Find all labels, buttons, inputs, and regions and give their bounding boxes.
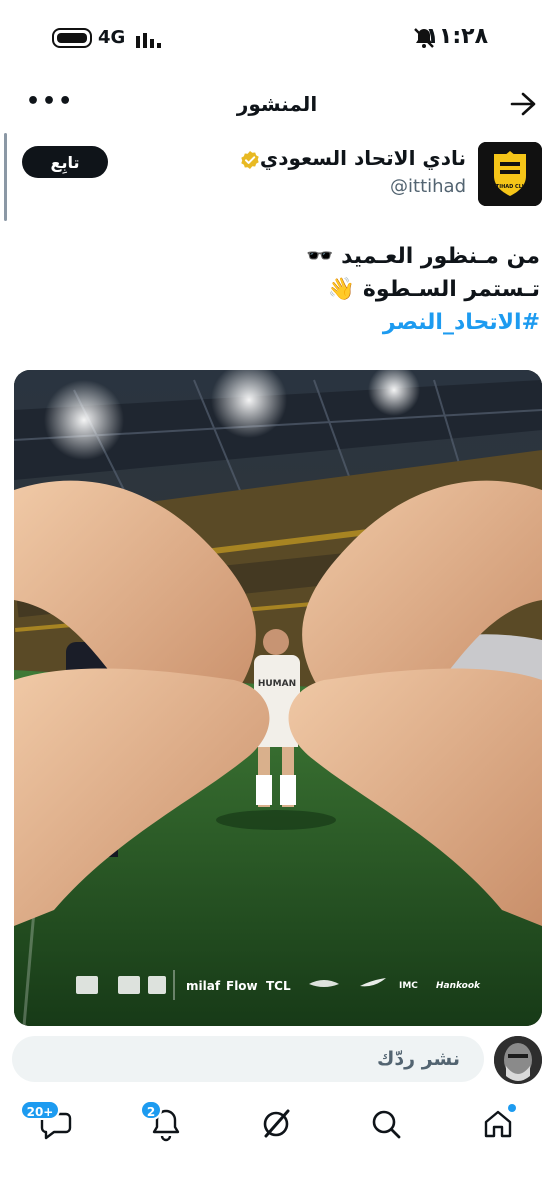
post-text: من مـنظور العـميد 🕶️ تـستمر السـطوة 👋 #ا…: [20, 240, 540, 339]
nav-home[interactable]: [480, 1104, 516, 1142]
sponsor-milaf: milaf: [186, 979, 221, 993]
ittihad-logo-icon: ITTIHAD CLUB: [478, 142, 542, 206]
signal-icon: [136, 30, 162, 48]
home-unread-dot: [508, 1104, 516, 1112]
hashtag-link[interactable]: #الاتحاد_النصر: [20, 306, 540, 339]
back-arrow-icon[interactable]: [508, 90, 538, 118]
logo-text: ITTIHAD CLUB: [490, 184, 529, 190]
reply-bar: نشر ردّك: [0, 1030, 554, 1090]
post-author: ITTIHAD CLUB نادي الاتحاد السعودي @ittih…: [0, 140, 554, 210]
sponsor-imc: IMC: [399, 981, 418, 991]
clock: ١١:٢٨: [425, 24, 488, 49]
reply-input[interactable]: نشر ردّك: [12, 1036, 484, 1082]
nav-messages[interactable]: 20+: [20, 1100, 74, 1142]
post-text-line-2: تـستمر السـطوة 👋: [327, 277, 540, 302]
nav-notifications[interactable]: 2: [140, 1100, 184, 1142]
search-icon: [372, 1110, 401, 1139]
bottom-nav: 20+ 2: [0, 1098, 554, 1158]
author-handle[interactable]: @ittihad: [390, 176, 466, 197]
sponsor-hankook: Hankook: [436, 981, 481, 991]
post-image[interactable]: HUMAN milaf Flow TCL IMC Hankook: [14, 370, 542, 1026]
grok-icon: [263, 1109, 290, 1138]
author-name[interactable]: نادي الاتحاد السعودي: [260, 146, 466, 170]
match-photo: HUMAN milaf Flow TCL IMC Hankook: [14, 370, 542, 1026]
messages-badge: 20+: [20, 1100, 60, 1120]
sponsor-tcl: TCL: [266, 979, 291, 993]
user-avatar-image: [494, 1036, 542, 1084]
top-nav: ••• المنشور: [0, 80, 554, 128]
nav-search[interactable]: [368, 1106, 404, 1142]
battery-icon: [52, 28, 92, 48]
status-bar: 4G ١١:٢٨: [0, 0, 554, 72]
notifications-badge: 2: [140, 1100, 162, 1120]
jersey-text: HUMAN: [258, 679, 296, 689]
sponsor-flow: Flow: [226, 979, 258, 993]
network-type: 4G: [98, 27, 126, 48]
user-avatar[interactable]: [494, 1036, 542, 1084]
post-text-line-1: من مـنظور العـميد 🕶️: [306, 244, 540, 269]
follow-button[interactable]: تابِع: [22, 146, 108, 178]
author-avatar[interactable]: ITTIHAD CLUB: [478, 142, 542, 206]
verified-badge-icon: [241, 151, 259, 169]
page-title: المنشور: [236, 92, 318, 116]
nav-grok[interactable]: [258, 1106, 294, 1142]
